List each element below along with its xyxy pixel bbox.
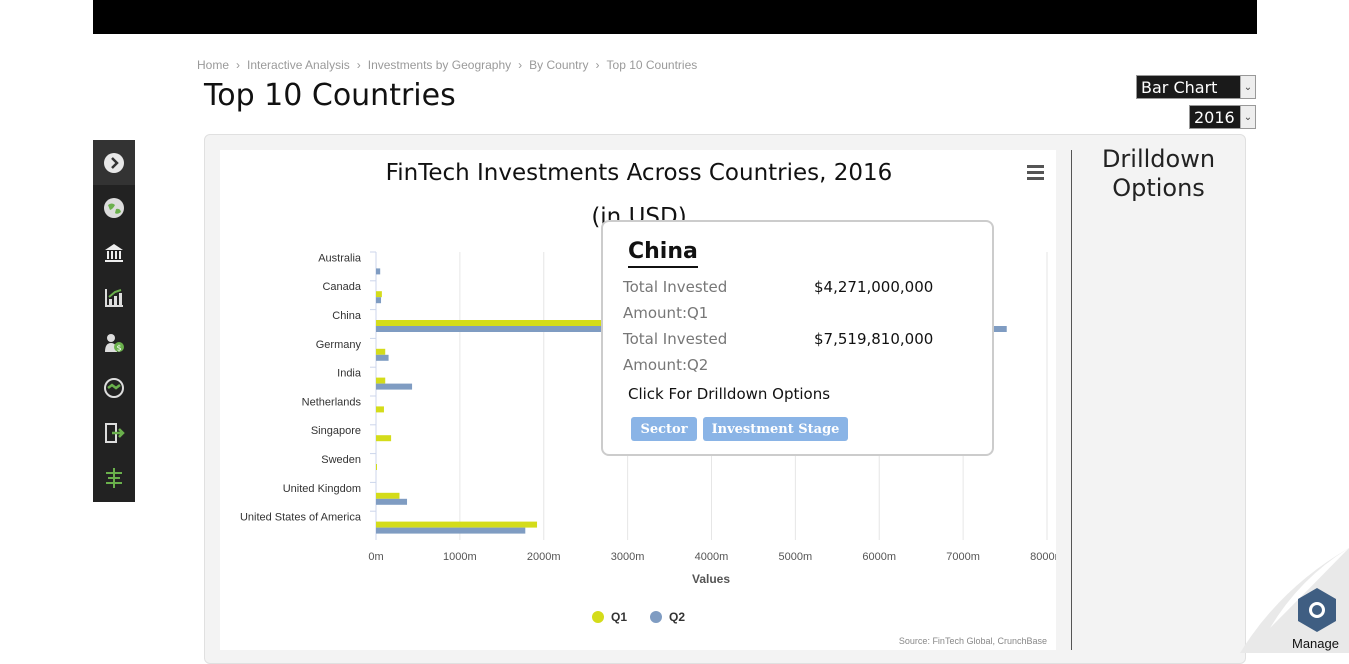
breadcrumb-separator: › <box>518 58 523 72</box>
bar-q1 <box>376 464 377 470</box>
legend-marker-q2 <box>650 611 662 623</box>
globe-icon <box>104 197 124 218</box>
menu-line <box>1027 165 1044 168</box>
bar-q1 <box>376 291 382 298</box>
bar-q1 <box>376 521 538 528</box>
top-header-bar <box>93 0 1257 34</box>
sector-tree-icon <box>106 467 122 488</box>
category-label: Australia <box>318 252 362 264</box>
side-toolbar: $ <box>93 140 135 502</box>
x-tick-label: 0m <box>368 551 383 563</box>
x-tick-labels: 0m 1000m 2000m 3000m 4000m 5000m 6000m 7000m 800… <box>368 551 1056 563</box>
x-tick-label: 3000m <box>611 551 645 563</box>
chevron-down-icon: ⌄ <box>1240 106 1255 128</box>
x-tick-label: 1000m <box>443 551 477 563</box>
tooltip-hint: Click For Drilldown Options <box>628 385 831 403</box>
x-tick-label: 8000m <box>1030 551 1056 563</box>
category-label: United Kingdom <box>283 483 361 495</box>
chart-legend: Q1 Q2 <box>592 610 685 624</box>
tooltip-q2-value: $7,519,810,000 <box>814 330 934 348</box>
bar-q2 <box>376 297 382 304</box>
bar-q1 <box>376 406 384 413</box>
investor-icon: $ <box>105 333 124 352</box>
bar-q1 <box>376 377 386 384</box>
breadcrumb-by-country[interactable]: By Country <box>529 58 588 72</box>
exit-icon <box>105 422 125 443</box>
bar-q1 <box>376 492 400 499</box>
manage-label[interactable]: Manage <box>1292 636 1339 651</box>
category-label: Sweden <box>321 454 361 466</box>
bar-q2 <box>376 498 408 505</box>
toolbar-expand-button[interactable] <box>93 140 135 185</box>
menu-line <box>1027 171 1044 174</box>
x-tick-label: 7000m <box>946 551 980 563</box>
drilldown-sector-button[interactable]: Sector <box>631 417 697 441</box>
bar-q2 <box>376 383 413 390</box>
handshake-icon <box>104 377 124 398</box>
breadcrumb-interactive-analysis[interactable]: Interactive Analysis <box>247 58 350 72</box>
tooltip-q2-label: Total Invested Amount:Q2 <box>623 330 728 374</box>
bar-q2 <box>376 354 389 361</box>
year-select[interactable]: 2016 ⌄ <box>1189 105 1256 129</box>
breadcrumb-separator: › <box>595 58 600 72</box>
toolbar-geography-button[interactable] <box>93 185 135 230</box>
toolbar-investor-button[interactable]: $ <box>93 320 135 365</box>
breadcrumb: Home › Interactive Analysis › Investments by… <box>197 58 697 72</box>
category-label: China <box>332 310 362 322</box>
breadcrumb-investments-by-geography[interactable]: Investments by Geography <box>368 58 511 72</box>
legend-label: Q2 <box>669 610 685 624</box>
page-title: Top 10 Countries <box>204 78 456 113</box>
toolbar-sector-button[interactable] <box>93 455 135 500</box>
x-tick-label: 6000m <box>862 551 896 563</box>
chevron-down-icon: ⌄ <box>1240 76 1255 98</box>
panel-divider <box>1071 150 1072 650</box>
bar-q1 <box>376 348 386 355</box>
menu-line <box>1027 177 1044 180</box>
bank-icon <box>105 243 123 262</box>
toolbar-exit-button[interactable] <box>93 410 135 455</box>
category-label: Singapore <box>311 425 361 437</box>
year-value: 2016 <box>1194 107 1235 127</box>
category-label: United States of America <box>240 512 362 524</box>
legend-marker-q1 <box>592 611 604 623</box>
chart-credits: Source: FinTech Global, CrunchBase <box>899 636 1047 646</box>
category-label: Netherlands <box>302 396 362 408</box>
x-tick-label: 4000m <box>695 551 729 563</box>
x-tick-label: 2000m <box>527 551 561 563</box>
category-label: Germany <box>316 339 362 351</box>
category-label: India <box>337 368 362 380</box>
drilldown-title: Drilldown Options <box>1101 145 1216 202</box>
svg-text:$: $ <box>116 343 121 352</box>
chart-title: FinTech Investments Across Countries, 20… <box>386 160 893 186</box>
toolbar-growth-chart-button[interactable] <box>93 275 135 320</box>
x-tick-label: 5000m <box>779 551 813 563</box>
tooltip-q1-value: $4,271,000,000 <box>814 278 934 296</box>
toolbar-bank-button[interactable] <box>93 230 135 275</box>
bar-q1 <box>376 435 392 442</box>
legend-label: Q1 <box>611 610 627 624</box>
x-axis-label: Values <box>692 572 730 586</box>
arrow-right-circle-icon <box>104 152 124 173</box>
tooltip-q1-label: Total Invested Amount:Q1 <box>623 278 728 322</box>
toolbar-deals-button[interactable] <box>93 365 135 410</box>
chart-menu-icon[interactable] <box>1027 165 1044 180</box>
growth-chart-icon <box>105 288 123 307</box>
chart-tooltip: China Total Invested Amount:Q1 $4,271,00… <box>601 220 994 456</box>
drilldown-investment-stage-button[interactable]: Investment Stage <box>703 417 848 441</box>
breadcrumb-separator: › <box>236 58 241 72</box>
breadcrumb-separator: › <box>356 58 361 72</box>
tooltip-country: China <box>628 238 698 268</box>
bar-q2 <box>376 268 381 275</box>
bar-q2 <box>376 527 526 534</box>
breadcrumb-current: Top 10 Countries <box>606 58 698 72</box>
chart-type-value: Bar Chart <box>1141 77 1218 97</box>
chart-type-select[interactable]: Bar Chart ⌄ <box>1136 75 1256 99</box>
category-labels: Australia Canada China Germany India Netherla… <box>240 252 362 523</box>
category-label: Canada <box>322 281 361 293</box>
breadcrumb-home[interactable]: Home <box>197 58 229 72</box>
